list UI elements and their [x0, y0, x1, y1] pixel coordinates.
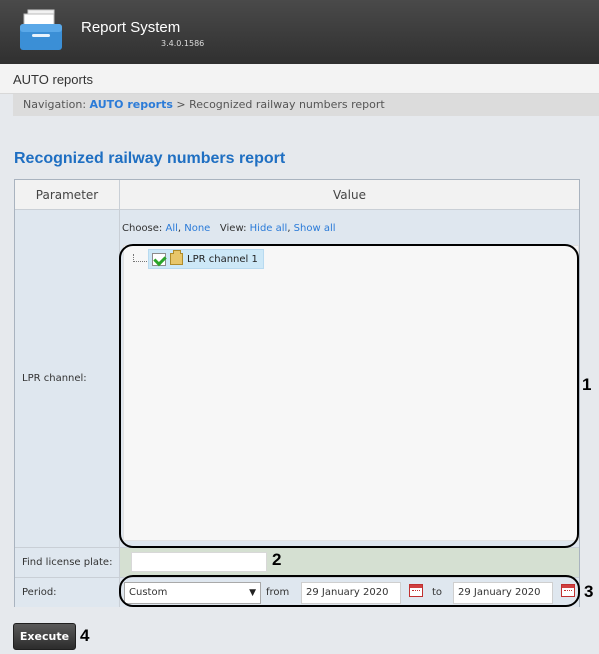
find-license-plate-input[interactable]: [131, 552, 267, 572]
report-folder-icon: [20, 9, 62, 50]
callout-number-1: 1: [582, 375, 592, 394]
hide-all-link[interactable]: Hide all: [250, 223, 288, 234]
choose-label: Choose:: [122, 223, 163, 234]
lpr-channel-label: LPR channel:: [15, 210, 120, 547]
callout-number-4: 4: [80, 626, 90, 645]
page-title: Recognized railway numbers report: [14, 150, 286, 167]
callout-frame-1: [119, 244, 579, 548]
callout-number-3: 3: [584, 582, 594, 601]
breadcrumb-text: Navigation: AUTO reports > Recognized ra…: [23, 98, 385, 111]
choose-none-link[interactable]: None: [184, 223, 210, 234]
column-header-value: Value: [120, 180, 579, 210]
breadcrumb-link-auto-reports[interactable]: AUTO reports: [90, 98, 173, 111]
breadcrumb: Navigation: AUTO reports > Recognized ra…: [13, 94, 599, 116]
find-license-plate-label: Find license plate:: [15, 547, 120, 577]
tree-controls: Choose: All, None View: Hide all, Show a…: [122, 223, 336, 234]
choose-all-link[interactable]: All: [165, 223, 177, 234]
breadcrumb-separator: >: [176, 98, 186, 111]
show-all-link[interactable]: Show all: [294, 223, 336, 234]
period-label: Period:: [15, 577, 120, 607]
callout-frame-3: [119, 575, 580, 607]
app-title: Report System: [81, 19, 181, 36]
section-title: AUTO reports: [13, 72, 93, 87]
execute-button[interactable]: Execute: [13, 623, 76, 650]
breadcrumb-prefix: Navigation:: [23, 98, 87, 111]
column-header-parameter: Parameter: [15, 180, 120, 210]
section-bar: AUTO reports: [0, 64, 599, 94]
app-header: Report System 3.4.0.1586: [0, 0, 599, 64]
app-version: 3.4.0.1586: [161, 39, 205, 48]
view-label: View:: [219, 223, 247, 234]
callout-number-2: 2: [272, 550, 282, 569]
breadcrumb-current: Recognized railway numbers report: [189, 98, 385, 111]
find-license-plate-cell: [120, 547, 579, 577]
